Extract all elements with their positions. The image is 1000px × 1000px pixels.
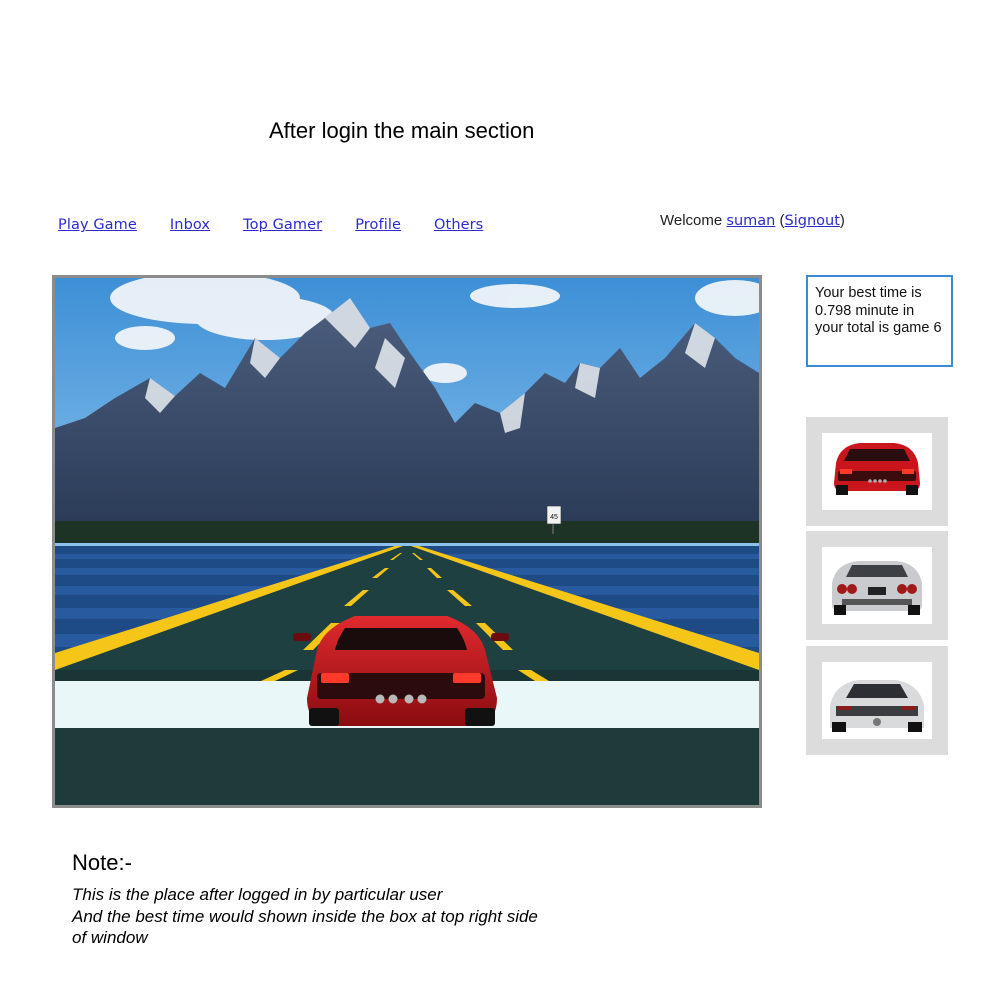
nav-others[interactable]: Others [434,217,483,233]
page-title: After login the main section [269,118,535,143]
car-thumb [822,547,932,624]
car-thumb [822,433,932,510]
note-line: of window [72,928,148,948]
nav-top-gamer[interactable]: Top Gamer [243,217,322,233]
close-paren: ) [839,212,845,229]
username-link[interactable]: suman [726,213,775,229]
note-text: This is the place after logged in by par… [72,884,592,949]
welcome-bar: Welcome suman (Signout) [660,212,845,229]
nav-play-game[interactable]: Play Game [58,217,137,233]
nav-profile[interactable]: Profile [355,217,401,233]
signout-link[interactable]: Signout [785,213,840,229]
main-nav: Play Game Inbox Top Gamer Profile Others [58,217,516,233]
nav-inbox[interactable]: Inbox [170,217,210,233]
car-option-silver[interactable] [806,531,948,640]
note-line: This is the place after logged in by par… [72,885,443,904]
car-option-red[interactable] [806,417,948,526]
game-canvas[interactable]: 45 [52,275,762,808]
note-title: Note:- [72,850,132,875]
car-thumb [822,662,932,739]
car-option-white[interactable] [806,646,948,755]
game-scene: 45 [55,278,759,805]
open-paren: ( [775,212,785,229]
note-line: And the best time would shown inside the… [72,906,538,926]
treeline [55,521,759,543]
speed-sign-text: 45 [550,514,558,521]
silver-car-icon [832,561,922,615]
welcome-text: Welcome [660,212,727,229]
ground [55,728,759,805]
best-time-box: Your best time is 0.798 minute in your t… [806,275,953,367]
red-car-icon [834,443,920,495]
white-car-icon [830,680,924,732]
